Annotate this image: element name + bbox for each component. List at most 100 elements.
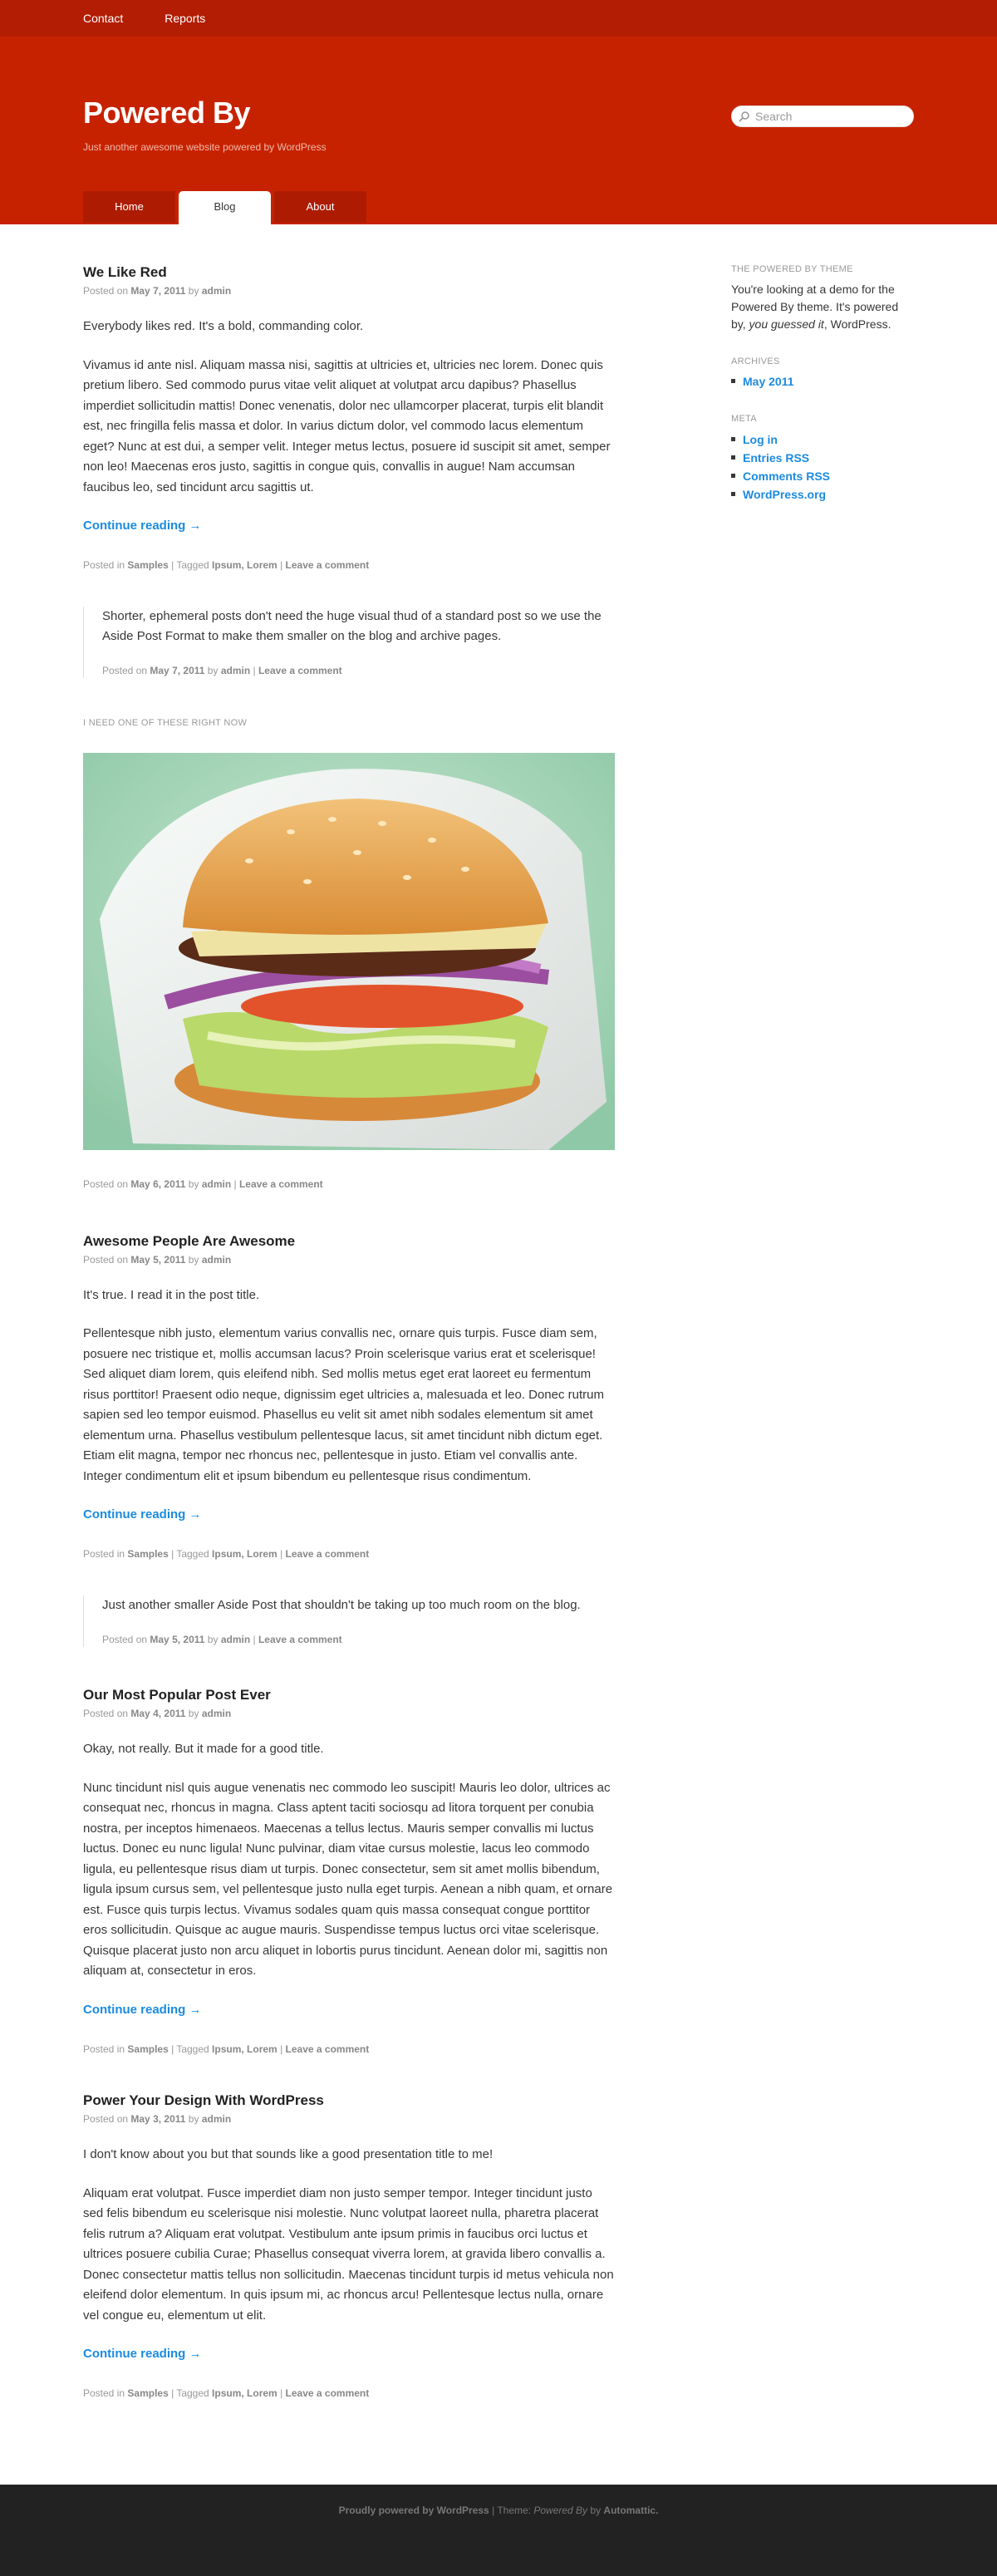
post-date[interactable]: May 3, 2011 xyxy=(130,2113,185,2125)
leave-comment-link[interactable]: Leave a comment xyxy=(286,2043,370,2055)
post-date[interactable]: May 5, 2011 xyxy=(150,1634,204,1645)
post-title[interactable]: Awesome People Are Awesome xyxy=(83,1233,295,1249)
meta-widget: META Log in Entries RSS Comments RSS Wor… xyxy=(731,412,914,504)
post-author[interactable]: admin xyxy=(202,1178,231,1190)
about-text-emphasis: you guessed it xyxy=(749,317,824,331)
widget-title: META xyxy=(731,414,757,425)
posted-on-label: Posted on xyxy=(83,1708,129,1720)
leave-comment-link[interactable]: Leave a comment xyxy=(286,2387,370,2399)
by-label: by xyxy=(207,1634,219,1646)
leave-comment-link[interactable]: Leave a comment xyxy=(286,559,370,571)
post: Our Most Popular Post Ever Posted on May… xyxy=(83,1685,615,2057)
post-entry: Okay, not really. But it made for a good… xyxy=(83,1739,615,1982)
entries-rss-link[interactable]: Entries RSS xyxy=(743,451,809,465)
tags-links[interactable]: Ipsum, Lorem xyxy=(212,559,277,571)
site-header: Powered By Just another awesome website … xyxy=(0,37,997,224)
main-area: We Like Red Posted on May 7, 2011 by adm… xyxy=(83,224,914,2435)
top-bar: Contact Reports xyxy=(0,0,997,37)
post-date[interactable]: May 7, 2011 xyxy=(150,665,204,676)
posted-on-label: Posted on xyxy=(102,1634,148,1646)
post-author[interactable]: admin xyxy=(202,1708,231,1719)
by-label: by xyxy=(188,2113,199,2126)
continue-reading-link[interactable]: Continue reading → xyxy=(83,2000,202,2020)
post-paragraph: Okay, not really. But it made for a good… xyxy=(83,1742,324,1757)
burger-image[interactable] xyxy=(83,752,615,1150)
post-author[interactable]: admin xyxy=(202,285,231,297)
post-meta: Posted on May 3, 2011 by admin xyxy=(83,2111,615,2126)
meta-item: Log in xyxy=(731,430,914,449)
post-author[interactable]: admin xyxy=(202,2113,231,2125)
post-date[interactable]: May 5, 2011 xyxy=(130,1254,185,1266)
post-title[interactable]: Power Your Design With WordPress xyxy=(83,2092,324,2108)
post-meta: Posted on May 7, 2011 by admin xyxy=(83,283,615,298)
search-input[interactable] xyxy=(755,110,905,123)
aside-meta: Posted on May 7, 2011 by admin | Leave a… xyxy=(102,665,342,677)
posted-in-label: Posted in xyxy=(83,2387,125,2400)
leave-comment-link[interactable]: Leave a comment xyxy=(258,1634,342,1645)
site-description: Just another awesome website powered by … xyxy=(83,141,327,153)
image-post: I NEED ONE OF THESE RIGHT NOW Posted on … xyxy=(83,716,615,1192)
about-text-part: , WordPress. xyxy=(823,317,891,331)
by-label: by xyxy=(207,665,219,677)
post-entry: I don't know about you but that sounds l… xyxy=(83,2145,615,2326)
post-date[interactable]: May 7, 2011 xyxy=(130,285,185,297)
by-label: by xyxy=(188,1253,199,1266)
leave-comment-link[interactable]: Leave a comment xyxy=(286,1548,370,1560)
archives-widget: ARCHIVES May 2011 xyxy=(731,355,914,391)
aside-post: Just another smaller Aside Post that sho… xyxy=(83,1595,615,1648)
post-author[interactable]: admin xyxy=(202,1254,231,1266)
continue-reading-link[interactable]: Continue reading → xyxy=(83,516,202,536)
category-link[interactable]: Samples xyxy=(127,559,168,571)
by-label: by xyxy=(188,1177,199,1190)
post-footer-meta: Posted in Samples | Tagged Ipsum, Lorem … xyxy=(83,2043,370,2055)
post-paragraph: Pellentesque nibh justo, elementum variu… xyxy=(83,1326,604,1483)
post: Power Your Design With WordPress Posted … xyxy=(83,2091,615,2401)
content: We Like Red Posted on May 7, 2011 by adm… xyxy=(83,263,615,2435)
topnav-contact[interactable]: Contact xyxy=(83,10,123,27)
site-title[interactable]: Powered By xyxy=(83,95,251,131)
archive-item: May 2011 xyxy=(731,372,914,391)
leave-comment-link[interactable]: Leave a comment xyxy=(258,665,342,676)
search-icon xyxy=(739,111,749,122)
aside-post: Shorter, ephemeral posts don't need the … xyxy=(83,607,615,679)
post-title[interactable]: We Like Red xyxy=(83,264,167,280)
tags-links[interactable]: Ipsum, Lorem xyxy=(212,2387,277,2399)
category-link[interactable]: Samples xyxy=(127,2387,168,2399)
continue-reading-link[interactable]: Continue reading → xyxy=(83,1505,202,1525)
tagged-label: Tagged xyxy=(176,2387,209,2400)
posted-in-label: Posted in xyxy=(83,1548,125,1561)
category-link[interactable]: Samples xyxy=(127,1548,168,1560)
posted-in-label: Posted in xyxy=(83,559,125,571)
post-paragraph: Vivamus id ante nisl. Aliquam massa nisi… xyxy=(83,357,611,494)
theme-name: Powered By xyxy=(533,2505,588,2517)
topnav-reports[interactable]: Reports xyxy=(165,10,205,27)
login-link[interactable]: Log in xyxy=(743,433,778,446)
post: We Like Red Posted on May 7, 2011 by adm… xyxy=(83,263,615,573)
nav-home[interactable]: Home xyxy=(83,191,175,223)
post-author[interactable]: admin xyxy=(221,1634,250,1645)
search-box[interactable] xyxy=(731,106,914,127)
post-date[interactable]: May 4, 2011 xyxy=(130,1708,185,1719)
post-title[interactable]: Our Most Popular Post Ever xyxy=(83,1687,271,1703)
leave-comment-link[interactable]: Leave a comment xyxy=(239,1178,323,1190)
sidebar: THE POWERED BY THEME You're looking at a… xyxy=(731,263,914,2435)
continue-reading-link[interactable]: Continue reading → xyxy=(83,2344,202,2364)
post-author[interactable]: admin xyxy=(221,665,250,676)
tags-links[interactable]: Ipsum, Lorem xyxy=(212,2043,277,2055)
post-entry: Everybody likes red. It's a bold, comman… xyxy=(83,317,615,498)
wordpress-org-link[interactable]: WordPress.org xyxy=(743,488,826,501)
automattic-link[interactable]: Automattic. xyxy=(603,2505,658,2516)
category-link[interactable]: Samples xyxy=(127,2043,168,2055)
tagged-label: Tagged xyxy=(176,1548,209,1561)
powered-by-link[interactable]: Proudly powered by WordPress xyxy=(339,2505,489,2516)
tags-links[interactable]: Ipsum, Lorem xyxy=(212,1548,277,1560)
widget-title: THE POWERED BY THEME xyxy=(731,264,853,274)
post-footer-meta: Posted in Samples | Tagged Ipsum, Lorem … xyxy=(83,2387,370,2400)
posted-on-label: Posted on xyxy=(102,665,148,677)
nav-about[interactable]: About xyxy=(274,191,366,223)
posted-on-label: Posted on xyxy=(83,2113,129,2126)
comments-rss-link[interactable]: Comments RSS xyxy=(743,469,830,483)
nav-blog[interactable]: Blog xyxy=(179,191,271,224)
post-date[interactable]: May 6, 2011 xyxy=(130,1178,185,1190)
archive-link[interactable]: May 2011 xyxy=(743,375,794,388)
